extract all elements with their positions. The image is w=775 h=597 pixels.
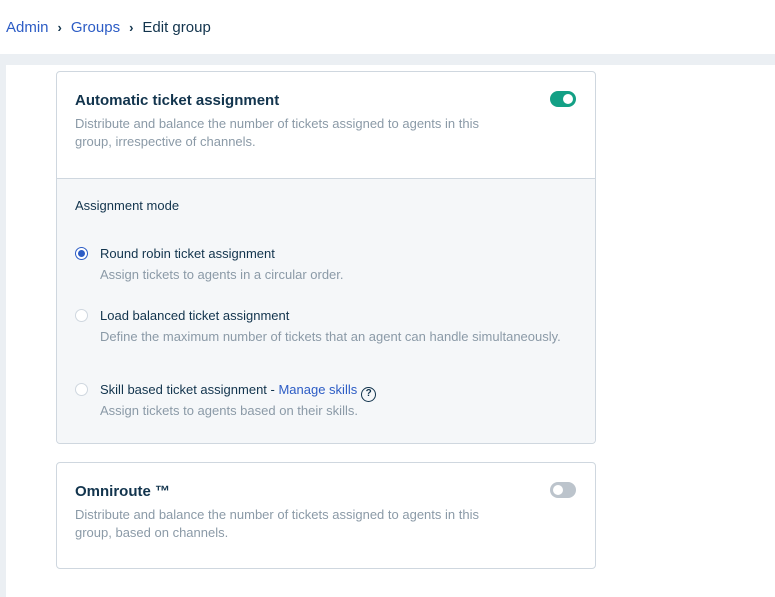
skill-based-description: Assign tickets to agents based on their … — [100, 403, 358, 418]
left-gutter — [0, 65, 6, 597]
chevron-right-icon: › — [57, 19, 62, 35]
omniroute-toggle[interactable] — [550, 482, 576, 498]
help-circle-icon[interactable]: ? — [361, 387, 377, 402]
manage-skills-link[interactable]: Manage skills — [278, 382, 357, 397]
assignment-mode-label: Assignment mode — [75, 198, 180, 213]
load-balanced-description: Define the maximum number of tickets tha… — [100, 329, 561, 344]
load-balanced-radio[interactable] — [75, 309, 88, 322]
load-balanced-label: Load balanced ticket assignment — [100, 308, 290, 323]
automatic-assignment-title: Automatic ticket assignment — [75, 92, 280, 109]
automatic-assignment-description: Distribute and balance the number of tic… — [75, 116, 479, 149]
header-divider-band — [0, 54, 775, 65]
toggle-knob — [553, 485, 563, 495]
chevron-right-icon: › — [129, 19, 134, 35]
round-robin-description: Assign tickets to agents in a circular o… — [100, 267, 344, 282]
breadcrumb-current: Edit group — [142, 18, 211, 36]
assignment-mode-section: Assignment mode Round robin ticket assig… — [57, 178, 595, 443]
automatic-assignment-toggle[interactable] — [550, 91, 576, 107]
round-robin-radio[interactable] — [75, 247, 88, 260]
omniroute-title: Omniroute ™ — [75, 483, 171, 500]
breadcrumb: Admin › Groups › Edit group — [0, 0, 775, 54]
skill-based-label: Skill based ticket assignment - — [100, 382, 279, 397]
omniroute-description: Distribute and balance the number of tic… — [75, 507, 479, 540]
automatic-assignment-card: Automatic ticket assignment Distribute a… — [56, 71, 596, 444]
breadcrumb-admin-link[interactable]: Admin — [6, 19, 49, 36]
omniroute-card: Omniroute ™ Distribute and balance the n… — [56, 462, 596, 569]
automatic-assignment-header: Automatic ticket assignment Distribute a… — [57, 72, 595, 151]
skill-based-label-row: Skill based ticket assignment - Manage s… — [100, 382, 377, 402]
round-robin-label: Round robin ticket assignment — [100, 246, 275, 261]
breadcrumb-groups-link[interactable]: Groups — [71, 19, 120, 36]
omniroute-header: Omniroute ™ Distribute and balance the n… — [57, 463, 595, 542]
toggle-knob — [563, 94, 573, 104]
skill-based-radio[interactable] — [75, 383, 88, 396]
